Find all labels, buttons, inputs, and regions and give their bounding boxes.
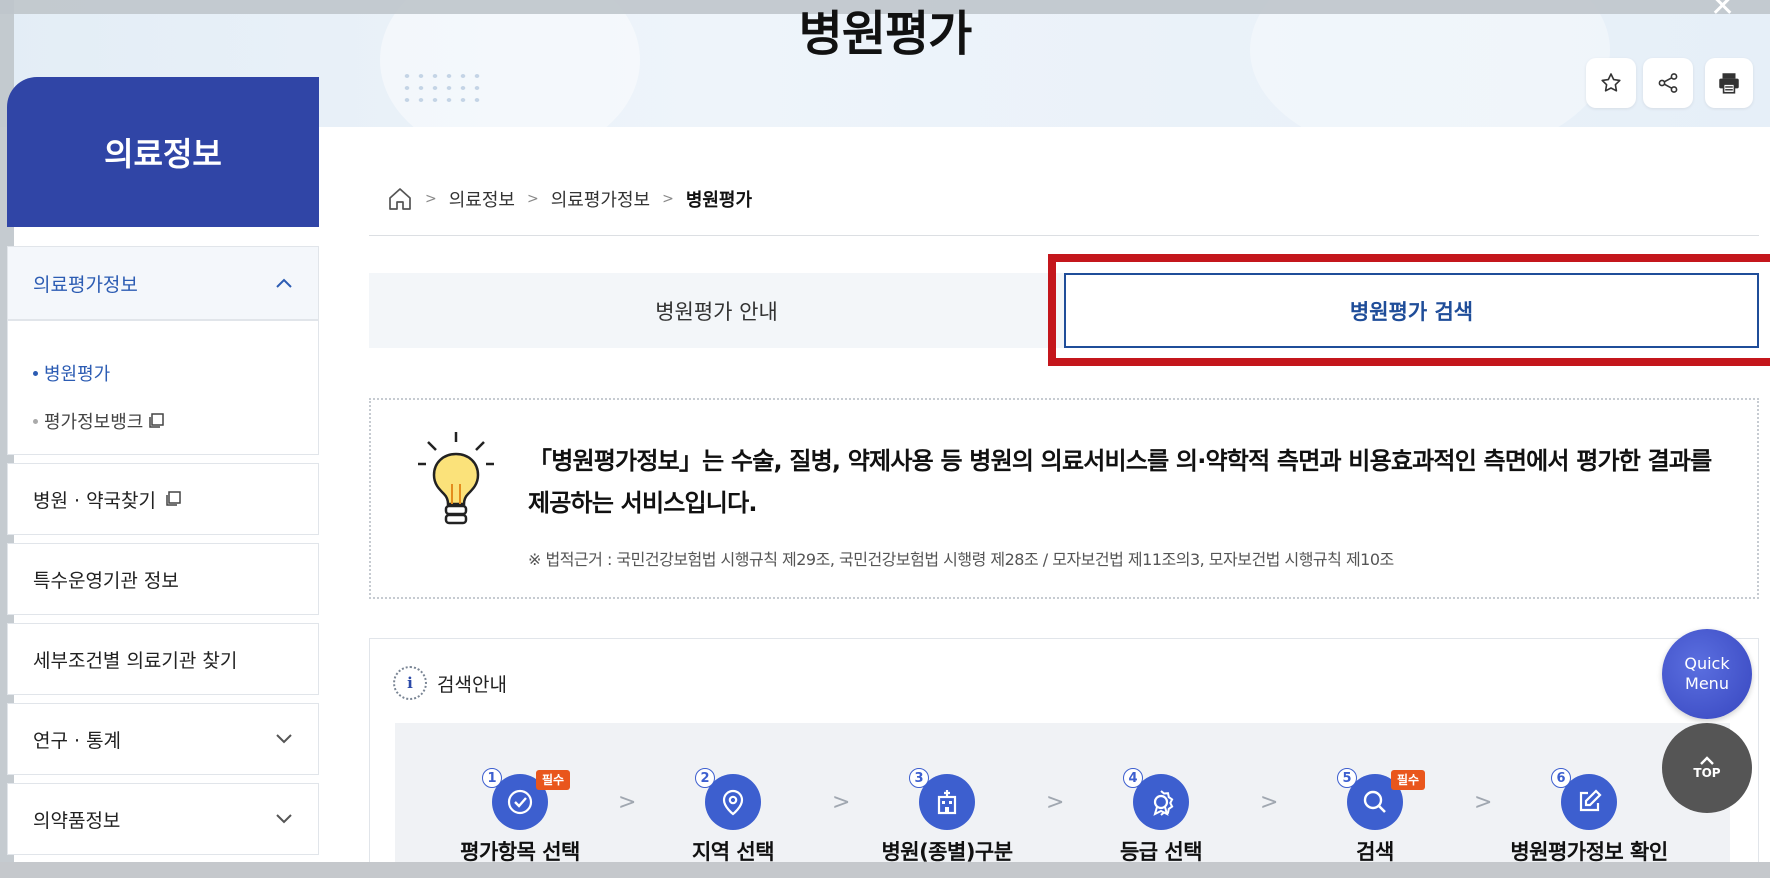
highlight-annotation bbox=[1048, 254, 1770, 366]
bullet-icon bbox=[33, 370, 38, 376]
step-region: 2 지역 선택 bbox=[633, 768, 833, 872]
search-icon bbox=[1363, 790, 1386, 813]
new-window-icon bbox=[149, 413, 165, 428]
share-icon bbox=[1658, 73, 1678, 93]
scroll-top-label: TOP bbox=[1693, 766, 1721, 780]
sidebar-subitem-label: 평가정보뱅크 bbox=[44, 412, 144, 433]
breadcrumb-separator: > bbox=[526, 191, 539, 207]
chevron-up-icon bbox=[1700, 756, 1714, 765]
sidebar-subitem-evaluation-bank[interactable]: 평가정보뱅크 bbox=[33, 397, 293, 445]
print-button[interactable] bbox=[1705, 58, 1753, 108]
breadcrumb: > 의료정보 > 의료평가정보 > 병원평가 bbox=[387, 184, 752, 214]
location-pin-icon bbox=[722, 789, 744, 816]
step-grade: 4 등급 선택 bbox=[1061, 768, 1261, 872]
favorite-button[interactable] bbox=[1586, 58, 1636, 108]
sidebar-submenu: 병원평가 평가정보뱅크 bbox=[7, 320, 319, 455]
sidebar-item-drug-info[interactable]: 의약품정보 bbox=[7, 783, 319, 855]
sidebar-item-label: 연구 · 통계 bbox=[33, 729, 122, 752]
chevron-down-icon bbox=[276, 814, 292, 824]
overlay-strip-bottom bbox=[0, 862, 1770, 878]
page: 병원평가 ✕ 의료정보 의료평가정보 병원평가 평가정보뱅크 병원 · 약국찾기 bbox=[0, 0, 1770, 878]
check-icon bbox=[507, 789, 533, 815]
sidebar-item-hospital-pharmacy-search[interactable]: 병원 · 약국찾기 bbox=[7, 463, 319, 535]
step-confirm: 6 병원평가정보 확인 bbox=[1489, 768, 1689, 872]
print-icon bbox=[1719, 73, 1739, 94]
step-search: 5 필수 검색 bbox=[1275, 768, 1475, 872]
breadcrumb-current: 병원평가 bbox=[685, 190, 753, 211]
legal-basis: ※ 법적근거 : 국민건강보험법 시행규칙 제29조, 국민건강보험법 시행령 … bbox=[528, 550, 1394, 569]
divider bbox=[369, 235, 1759, 236]
breadcrumb-separator: > bbox=[425, 191, 437, 207]
sidebar-subitem-hospital-evaluation[interactable]: 병원평가 bbox=[33, 349, 293, 397]
step-number: 5 bbox=[1337, 768, 1357, 788]
sidebar-item-research-statistics[interactable]: 연구 · 통계 bbox=[7, 703, 319, 775]
hero-decoration bbox=[1250, 0, 1610, 160]
edit-icon bbox=[1579, 789, 1602, 812]
service-description: 「병원평가정보」는 수술, 질병, 약제사용 등 병원의 의료서비스를 의·약학… bbox=[528, 447, 1712, 517]
step-number: 3 bbox=[909, 768, 929, 788]
sidebar-title: 의료정보 bbox=[104, 135, 222, 173]
sidebar-subitem-label: 병원평가 bbox=[44, 364, 111, 385]
quick-menu-button[interactable]: Quick Menu bbox=[1662, 629, 1752, 719]
step-number: 6 bbox=[1551, 768, 1571, 788]
info-icon: i bbox=[393, 666, 427, 700]
new-window-icon bbox=[166, 491, 181, 506]
chevron-down-icon bbox=[276, 734, 292, 744]
award-icon bbox=[1153, 790, 1174, 816]
sidebar-item-label: 세부조건별 의료기관 찾기 bbox=[33, 649, 238, 672]
scroll-top-button[interactable]: TOP bbox=[1662, 723, 1752, 813]
star-icon bbox=[1601, 73, 1621, 92]
step-number: 2 bbox=[695, 768, 715, 788]
hospital-icon bbox=[937, 790, 957, 815]
required-badge: 필수 bbox=[1391, 770, 1426, 790]
bullet-icon bbox=[33, 418, 38, 424]
step-number: 4 bbox=[1123, 768, 1143, 788]
lightbulb-icon bbox=[418, 432, 494, 525]
sidebar-header: 의료정보 bbox=[7, 77, 319, 227]
sidebar-item-detailed-search[interactable]: 세부조건별 의료기관 찾기 bbox=[7, 623, 319, 695]
sidebar-item-label: 병원 · 약국찾기 bbox=[33, 489, 156, 512]
search-guide-label: 검색안내 bbox=[437, 673, 507, 696]
tab-evaluation-guide[interactable]: 병원평가 안내 bbox=[369, 273, 1064, 348]
step-hospital-type: 3 병원(종별)구분 bbox=[847, 768, 1047, 872]
page-title: 병원평가 bbox=[798, 6, 973, 62]
sidebar-item-label: 특수운영기관 정보 bbox=[33, 569, 179, 592]
step-number: 1 bbox=[482, 768, 502, 788]
sidebar-group-medical-evaluation[interactable]: 의료평가정보 bbox=[7, 246, 319, 320]
close-icon[interactable]: ✕ bbox=[1710, 0, 1750, 22]
share-button[interactable] bbox=[1643, 58, 1693, 108]
step-evaluation-item: 1 필수 평가항목 선택 bbox=[420, 768, 620, 872]
sidebar-group-label: 의료평가정보 bbox=[33, 273, 138, 296]
sidebar-item-label: 의약품정보 bbox=[33, 809, 121, 832]
home-icon[interactable] bbox=[387, 186, 413, 212]
hero-dots bbox=[400, 70, 480, 110]
required-badge: 필수 bbox=[536, 770, 571, 790]
sidebar-item-special-institutions[interactable]: 특수운영기관 정보 bbox=[7, 543, 319, 615]
breadcrumb-separator: > bbox=[662, 191, 674, 207]
search-guide-title: i 검색안내 bbox=[393, 665, 507, 701]
chevron-up-icon bbox=[276, 278, 292, 288]
breadcrumb-item[interactable]: 의료평가정보 bbox=[551, 186, 650, 212]
breadcrumb-item[interactable]: 의료정보 bbox=[449, 186, 515, 212]
